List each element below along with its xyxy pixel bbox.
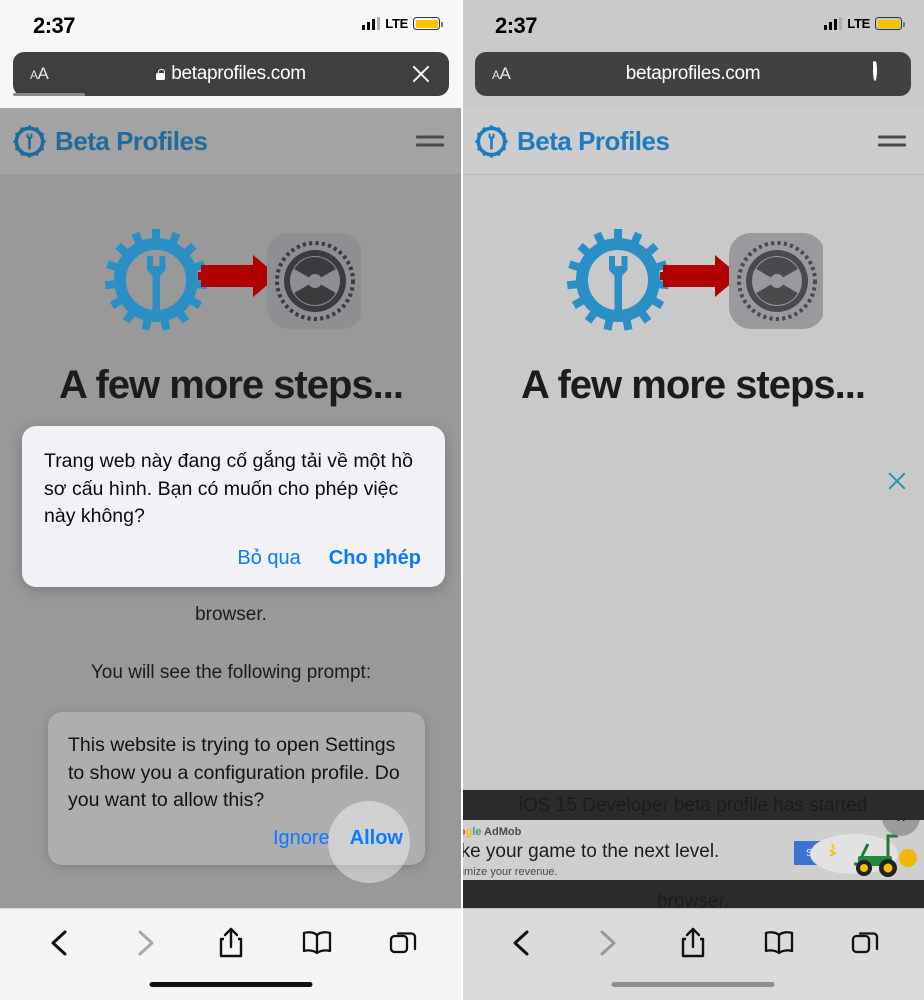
- url-text: betaprofiles.com: [171, 63, 306, 84]
- stop-loading-button[interactable]: [409, 62, 433, 86]
- page-title: A few more steps...: [520, 363, 866, 407]
- ad-subline: aximize your revenue.: [462, 866, 558, 878]
- alert-actions: Bỏ qua Cho phép: [22, 535, 445, 587]
- url-display: betaprofiles.com: [13, 63, 449, 85]
- status-clock: 2:37: [495, 13, 538, 38]
- tabs-icon[interactable]: [380, 923, 426, 963]
- site-header: Beta Profiles: [0, 108, 462, 175]
- prompt-allow-button[interactable]: Allow: [350, 827, 403, 849]
- site-header: Beta Profiles: [462, 108, 924, 175]
- network-label: LTE: [385, 16, 408, 31]
- share-icon[interactable]: [208, 923, 254, 963]
- prompt-ignore-button[interactable]: Ignore: [273, 827, 330, 850]
- status-indicators: LTE: [824, 16, 905, 31]
- beta-profiles-logo-icon: [475, 124, 508, 158]
- signal-bars-icon: [362, 17, 381, 30]
- prompt-actions: Ignore Allow: [48, 801, 425, 884]
- prompt-message: This website is trying to open Settings …: [68, 734, 400, 812]
- left-screenshot-panel: 2:37 LTE AA betaprofiles.com Beta Profil…: [0, 0, 462, 1000]
- tabs-icon[interactable]: [842, 923, 888, 963]
- admob-ad-banner[interactable]: oogle AdMob ake your game to the next le…: [462, 820, 924, 880]
- hero-section: A few more steps...: [0, 175, 462, 408]
- signal-bars-icon: [824, 17, 843, 30]
- status-indicators: LTE: [362, 16, 443, 31]
- text-size-icon[interactable]: AA: [492, 64, 511, 84]
- bookmarks-icon[interactable]: [294, 923, 340, 963]
- address-bar[interactable]: AA betaprofiles.com: [475, 52, 911, 96]
- url-display: betaprofiles.com: [475, 63, 911, 85]
- ignore-button[interactable]: Bỏ qua: [237, 547, 300, 570]
- site-brand: Beta Profiles: [55, 125, 208, 156]
- address-bar[interactable]: AA betaprofiles.com: [13, 52, 449, 96]
- allow-button[interactable]: Cho phép: [329, 547, 421, 570]
- bookmarks-icon[interactable]: [756, 923, 802, 963]
- page-paragraph-1: browser.: [195, 604, 267, 625]
- strip-headline: iOS 15 Developer beta profile has starte…: [518, 795, 868, 816]
- home-indicator: [149, 982, 313, 987]
- admob-logo: oogle AdMob: [462, 826, 522, 838]
- right-screenshot-panel: 2:37 LTE AA betaprofiles.com Beta Profil…: [462, 0, 924, 1000]
- safari-toolbar: [0, 908, 462, 1000]
- status-bar: 2:37 LTE: [462, 0, 924, 50]
- ad-headline: ake your game to the next level.: [462, 841, 720, 862]
- back-icon[interactable]: [498, 923, 544, 963]
- hamburger-icon[interactable]: [878, 131, 906, 152]
- address-bar-area: AA betaprofiles.com: [0, 50, 462, 108]
- home-indicator: [611, 982, 775, 987]
- hero-section: A few more steps...: [462, 175, 924, 408]
- hamburger-icon[interactable]: [416, 131, 444, 152]
- beta-profiles-logo-icon: [13, 124, 46, 158]
- gear-to-settings-illustration: [104, 229, 361, 331]
- share-icon[interactable]: [670, 923, 716, 963]
- battery-icon: [413, 17, 443, 30]
- close-icon[interactable]: [886, 470, 908, 492]
- alert-message: Trang web này đang cố gắng tải về một hồ…: [44, 450, 413, 528]
- network-label: LTE: [847, 16, 870, 31]
- page-title: A few more steps...: [58, 363, 404, 407]
- page-load-progress: [13, 93, 85, 96]
- page-paragraph-2: You will see the following prompt:: [90, 662, 372, 683]
- status-bar: 2:37 LTE: [0, 0, 462, 50]
- safari-toolbar: [462, 908, 924, 1000]
- status-clock: 2:37: [33, 13, 76, 38]
- forward-icon: [584, 923, 630, 963]
- url-text: betaprofiles.com: [625, 63, 761, 84]
- panel-divider: [461, 0, 463, 1000]
- open-settings-prompt-image: This website is trying to open Settings …: [48, 712, 425, 884]
- reload-button[interactable]: [871, 60, 895, 86]
- battery-icon: [875, 17, 905, 30]
- download-profile-alert: Trang web này đang cố gắng tải về một hồ…: [22, 426, 445, 588]
- screenshot-stage: 2:37 LTE AA betaprofiles.com Beta Profil…: [0, 0, 924, 1000]
- lock-icon: [156, 68, 166, 80]
- text-size-icon[interactable]: AA: [30, 64, 49, 84]
- gear-to-settings-illustration: [566, 229, 823, 331]
- forward-icon: [122, 923, 168, 963]
- site-brand: Beta Profiles: [517, 125, 670, 156]
- back-icon[interactable]: [36, 923, 82, 963]
- address-bar-area: AA betaprofiles.com: [462, 50, 924, 108]
